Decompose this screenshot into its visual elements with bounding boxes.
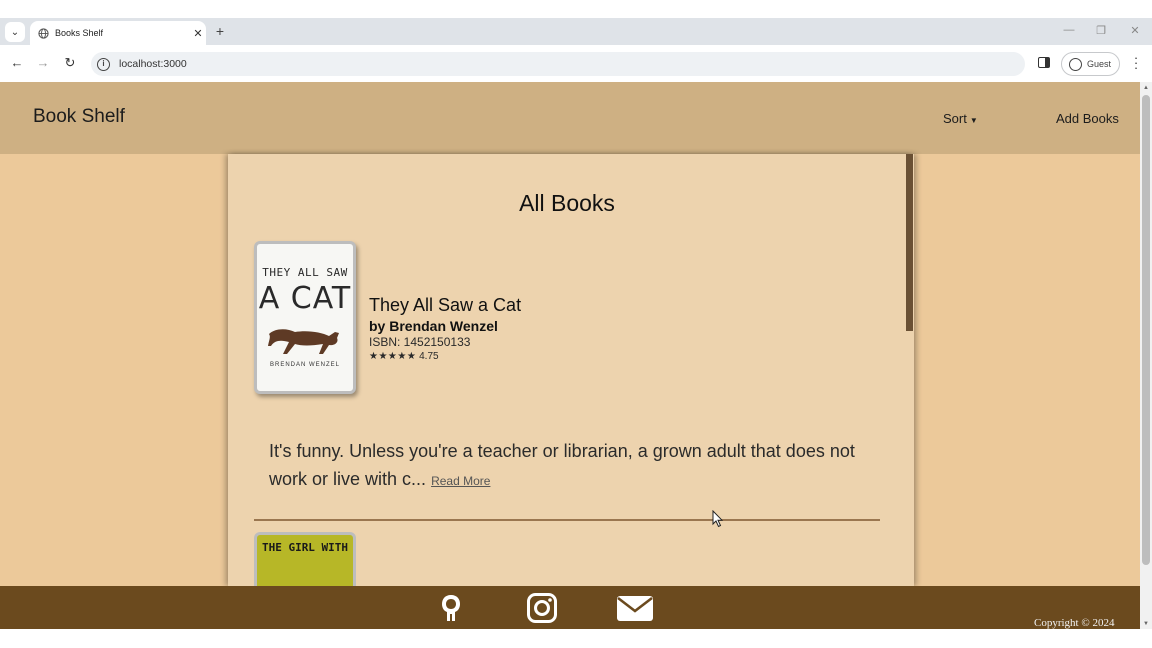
back-icon[interactable]: ← — [8, 54, 26, 72]
description-text: It's funny. Unless you're a teacher or l… — [269, 441, 855, 489]
sort-label: Sort — [943, 111, 967, 126]
copyright-text: Copyright © 2024 — [1034, 617, 1115, 629]
book-author: by Brendan Wenzel — [369, 318, 498, 334]
panel-scrollbar[interactable] — [906, 154, 913, 331]
brand-title[interactable]: Book Shelf — [33, 106, 125, 128]
window-top-edge — [0, 0, 1152, 18]
menu-icon[interactable]: · · · — [1131, 51, 1141, 74]
minimize-icon[interactable]: — — [1061, 24, 1077, 36]
reload-icon[interactable]: ↻ — [61, 54, 79, 72]
globe-icon — [38, 27, 49, 39]
book-title: They All Saw a Cat — [369, 295, 522, 315]
caret-down-icon: ▼ — [969, 116, 978, 125]
page-scrollbar[interactable]: ▲ ▼ — [1140, 82, 1152, 629]
restore-icon[interactable]: ❐ — [1093, 24, 1109, 37]
forward-icon[interactable]: → — [34, 54, 52, 72]
site-footer: Copyright © 2024 — [0, 586, 1140, 629]
github-icon[interactable] — [438, 592, 464, 624]
star-rating-icon: ★★★★★ — [369, 351, 417, 362]
cat-illustration — [268, 329, 339, 354]
add-books-link[interactable]: Add Books — [1056, 111, 1119, 126]
book-cover[interactable]: THE GIRL WITH — [254, 532, 356, 586]
address-bar[interactable]: i localhost:3000 — [91, 52, 1025, 76]
book-cover[interactable]: THEY ALL SAW A CAT BRENDAN WENZEL — [254, 241, 356, 394]
instagram-icon[interactable] — [526, 592, 558, 624]
right-gutter — [914, 154, 1140, 586]
read-more-link[interactable]: Read More — [431, 474, 490, 488]
cover-author: BRENDAN WENZEL — [269, 362, 340, 368]
tab-strip: ⌄ Books Shelf ✕ + — ❐ ✕ — [0, 18, 1152, 45]
scroll-up-icon[interactable]: ▲ — [1143, 85, 1149, 91]
browser-toolbar: ← → ↻ i localhost:3000 Guest · · · — [0, 45, 1152, 82]
scrollbar-thumb[interactable] — [1142, 95, 1150, 565]
rating-value: 4.75 — [419, 351, 439, 362]
scroll-down-icon[interactable]: ▼ — [1143, 621, 1149, 627]
book-rating: ★★★★★ 4.75 — [369, 351, 439, 362]
tab-title: Books Shelf — [55, 28, 104, 38]
cover-title: THE GIRL WITH — [261, 541, 349, 554]
close-icon[interactable]: ✕ — [190, 27, 206, 40]
url-text: localhost:3000 — [119, 58, 187, 70]
site-header: Book Shelf Sort ▼ Add Books — [0, 82, 1140, 154]
info-icon[interactable]: i — [97, 57, 110, 71]
cover-title-line1: THEY ALL SAW — [262, 266, 348, 279]
side-panel-icon[interactable] — [1038, 57, 1050, 68]
page-viewport: Book Shelf Sort ▼ Add Books All Books THE… — [0, 82, 1140, 629]
tab-books-shelf[interactable]: Books Shelf ✕ — [30, 21, 206, 45]
new-tab-button[interactable]: + — [212, 23, 228, 39]
left-gutter — [0, 154, 228, 586]
profile-label: Guest — [1087, 59, 1112, 69]
cover-title-line2: A CAT — [258, 281, 352, 316]
book-description: It's funny. Unless you're a teacher or l… — [269, 437, 869, 495]
profile-icon — [1069, 57, 1082, 71]
books-panel: All Books THEY ALL SAW A CAT BRENDAN WEN… — [228, 154, 914, 586]
page-title: All Books — [519, 190, 615, 216]
sort-dropdown[interactable]: Sort ▼ — [943, 111, 978, 126]
mouse-cursor-icon — [712, 510, 724, 528]
tab-list-icon[interactable]: ⌄ — [5, 22, 25, 42]
profile-button[interactable]: Guest — [1061, 52, 1120, 76]
book-isbn: ISBN: 1452150133 — [369, 335, 471, 349]
mail-icon[interactable] — [616, 592, 654, 624]
window-close-icon[interactable]: ✕ — [1127, 24, 1143, 37]
book-divider — [254, 519, 880, 521]
